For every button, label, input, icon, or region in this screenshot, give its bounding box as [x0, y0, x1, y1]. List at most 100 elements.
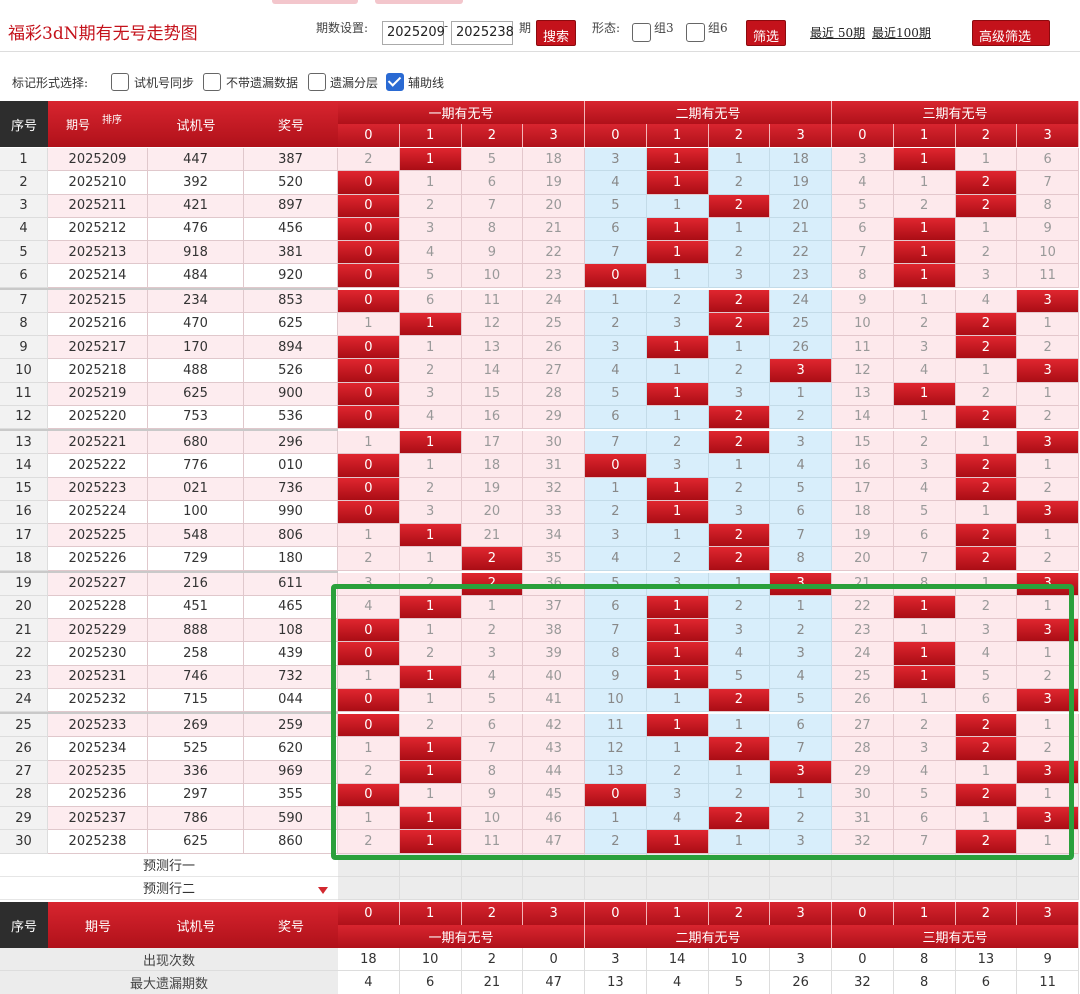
miss-cell: 5 — [585, 194, 647, 218]
row-period: 2025209 — [48, 148, 148, 172]
hit-cell: 1 — [399, 148, 462, 172]
miss-cell: 2 — [708, 783, 771, 807]
row-draw: 611 — [244, 572, 338, 596]
hit-cell: 2 — [708, 737, 771, 761]
predict-cell[interactable] — [1017, 876, 1079, 900]
miss-cell: 1 — [770, 595, 832, 619]
hit-cell: 1 — [646, 500, 709, 524]
miss-cell: 3 — [399, 217, 462, 241]
predict-arrow-icon[interactable] — [318, 886, 328, 894]
miss-cell: 42 — [523, 714, 585, 738]
miss-cell: 1 — [1017, 642, 1079, 666]
miss-cell: 2 — [1017, 737, 1079, 761]
miss-cell: 2 — [955, 241, 1018, 265]
miss-cell: 1 — [646, 737, 709, 761]
hit-cell: 2 — [955, 312, 1018, 336]
hit-cell: 2 — [955, 737, 1018, 761]
miss-cell: 38 — [523, 619, 585, 643]
predict-cell[interactable] — [646, 853, 709, 877]
predict-cell[interactable] — [708, 876, 771, 900]
predict-cell[interactable] — [893, 853, 956, 877]
row-trial: 234 — [148, 289, 244, 313]
miss-cell: 10 — [585, 688, 647, 712]
row-index: 13 — [0, 431, 48, 455]
predict-cell[interactable] — [955, 853, 1018, 877]
col-draw-header: 奖号 — [244, 101, 338, 147]
miss-cell: 4 — [399, 241, 462, 265]
predict-cell[interactable] — [399, 876, 462, 900]
miss-cell: 18 — [832, 500, 894, 524]
predict-cell[interactable] — [893, 876, 956, 900]
predict-cell[interactable] — [832, 876, 894, 900]
stat-value: 11 — [1017, 971, 1079, 994]
predict-cell[interactable] — [461, 853, 524, 877]
row-draw: 259 — [244, 714, 338, 738]
miss-cell: 7 — [585, 431, 647, 455]
miss-cell: 10 — [1017, 241, 1079, 265]
stat-value: 14 — [646, 948, 709, 972]
predict-row-label[interactable]: 预测行二 — [0, 876, 338, 900]
hit-cell: 2 — [708, 547, 771, 571]
miss-cell: 3 — [585, 524, 647, 548]
row-draw: 381 — [244, 241, 338, 265]
row-trial: 753 — [148, 405, 244, 429]
row-period: 2025227 — [48, 572, 148, 596]
predict-cell[interactable] — [770, 876, 832, 900]
predict-row-label[interactable]: 预测行一 — [0, 853, 338, 877]
hit-cell: 1 — [893, 148, 956, 172]
col-period-header[interactable]: 期号 排序 — [48, 101, 148, 147]
predict-cell[interactable] — [1017, 853, 1079, 877]
hit-cell: 0 — [338, 783, 400, 807]
row-trial: 625 — [148, 830, 244, 854]
hit-cell: 1 — [646, 714, 709, 738]
stat-value: 10 — [708, 948, 771, 972]
miss-cell: 2 — [1017, 405, 1079, 429]
miss-cell: 6 — [955, 688, 1018, 712]
predict-cell[interactable] — [585, 876, 647, 900]
footer-sub-col-header: 1 — [893, 902, 956, 925]
miss-cell: 18 — [461, 454, 524, 478]
miss-cell: 3 — [399, 382, 462, 406]
row-period: 2025234 — [48, 737, 148, 761]
footer-col-period-header: 期号 — [48, 902, 148, 948]
hit-cell: 2 — [708, 524, 771, 548]
predict-cell[interactable] — [955, 876, 1018, 900]
row-draw: 625 — [244, 312, 338, 336]
predict-cell[interactable] — [338, 853, 400, 877]
stat-value: 3 — [770, 948, 832, 972]
row-index: 3 — [0, 194, 48, 218]
predict-cell[interactable] — [770, 853, 832, 877]
predict-cell[interactable] — [399, 853, 462, 877]
predict-cell[interactable] — [523, 853, 585, 877]
hit-cell: 1 — [646, 217, 709, 241]
predict-cell[interactable] — [523, 876, 585, 900]
sub-col-header: 1 — [893, 124, 956, 147]
row-index: 9 — [0, 336, 48, 360]
miss-cell: 1 — [399, 336, 462, 360]
miss-cell: 1 — [399, 171, 462, 195]
miss-cell: 2 — [646, 547, 709, 571]
predict-cell[interactable] — [646, 876, 709, 900]
predict-cell[interactable] — [708, 853, 771, 877]
miss-cell: 39 — [523, 642, 585, 666]
hit-cell: 2 — [955, 336, 1018, 360]
miss-cell: 11 — [585, 714, 647, 738]
stat-value: 4 — [338, 971, 400, 994]
miss-cell: 1 — [1017, 783, 1079, 807]
miss-cell: 7 — [461, 194, 524, 218]
row-period: 2025235 — [48, 760, 148, 784]
hit-cell: 1 — [646, 595, 709, 619]
miss-cell: 1 — [708, 217, 771, 241]
predict-cell[interactable] — [832, 853, 894, 877]
predict-cell[interactable] — [585, 853, 647, 877]
row-period: 2025218 — [48, 359, 148, 383]
miss-cell: 11 — [461, 289, 524, 313]
predict-cell[interactable] — [338, 876, 400, 900]
hit-cell: 0 — [338, 194, 400, 218]
predict-cell[interactable] — [461, 876, 524, 900]
miss-cell: 3 — [338, 572, 400, 596]
miss-cell: 4 — [832, 171, 894, 195]
miss-cell: 9 — [585, 665, 647, 689]
row-trial: 548 — [148, 524, 244, 548]
sort-label[interactable]: 排序 — [102, 111, 122, 126]
